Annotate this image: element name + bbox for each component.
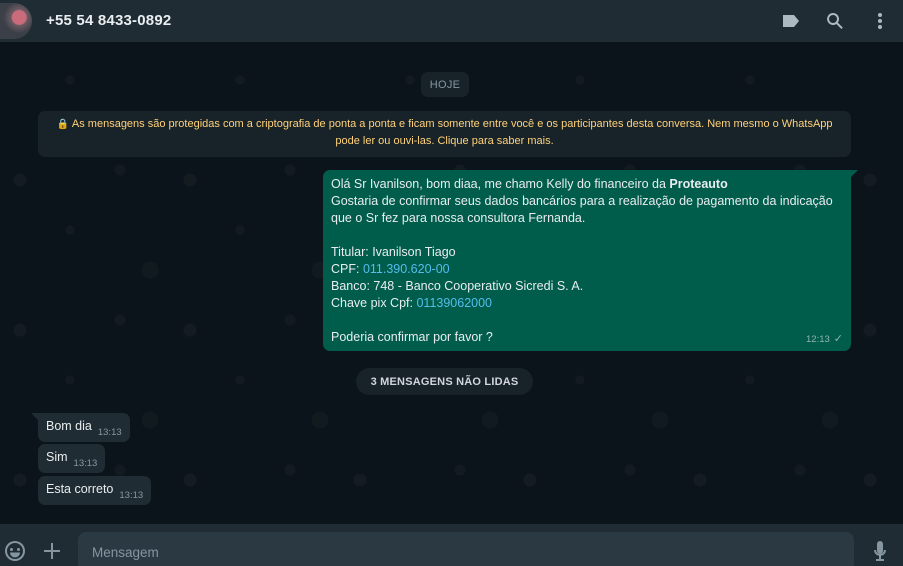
message-meta: 12:13 ✓ bbox=[806, 331, 843, 348]
closing-line: Poderia confirmar por favor ? bbox=[331, 330, 493, 344]
pix-line: Chave pix Cpf: 01139062000 bbox=[331, 295, 843, 312]
message-text: Sim bbox=[46, 450, 68, 464]
message-text: Esta correto bbox=[46, 482, 114, 496]
incoming-message[interactable]: Bom dia 13:13 bbox=[31, 413, 130, 442]
microphone-icon[interactable] bbox=[869, 540, 891, 562]
banco-line: Banco: 748 - Banco Cooperativo Sicredi S… bbox=[331, 279, 584, 293]
lock-icon: 🔒 bbox=[56, 119, 69, 130]
cpf-label: CPF: bbox=[331, 262, 363, 276]
outgoing-message[interactable]: Olá Sr Ivanilson, bom diaa, me chamo Kel… bbox=[323, 170, 858, 351]
label-icon[interactable] bbox=[781, 11, 801, 31]
message-line: Olá Sr Ivanilson, bom diaa, me chamo Kel… bbox=[331, 176, 843, 193]
message-line: Gostaria de confirmar seus dados bancári… bbox=[331, 194, 833, 208]
plus-icon[interactable] bbox=[41, 540, 63, 562]
pix-link[interactable]: 01139062000 bbox=[416, 296, 492, 310]
company-name: Proteauto bbox=[669, 177, 728, 191]
message-time: 13:13 bbox=[119, 489, 144, 501]
message-input[interactable] bbox=[78, 532, 854, 566]
message-text: Bom dia bbox=[46, 419, 92, 433]
cpf-line: CPF: 011.390.620-00 bbox=[331, 261, 843, 278]
date-chip: HOJE bbox=[421, 72, 469, 97]
pix-label: Chave pix Cpf: bbox=[331, 296, 417, 310]
message-time: 12:13 bbox=[806, 334, 830, 345]
contact-avatar[interactable] bbox=[0, 3, 32, 39]
titular-line: Titular: Ivanilson Tiago bbox=[331, 245, 456, 259]
contact-name[interactable]: +55 54 8433-0892 bbox=[46, 12, 171, 29]
encryption-notice-line1: As mensagens são protegidas com a cripto… bbox=[71, 118, 833, 130]
chat-header[interactable]: +55 54 8433-0892 bbox=[0, 0, 903, 42]
incoming-message[interactable]: Esta correto 13:13 bbox=[38, 476, 152, 505]
cpf-link[interactable]: 011.390.620-00 bbox=[363, 262, 450, 276]
message-time: 13:13 bbox=[73, 457, 98, 469]
unread-messages-chip: 3 MENSAGENS NÃO LIDAS bbox=[356, 368, 533, 395]
message-time: 13:13 bbox=[97, 426, 122, 438]
incoming-message[interactable]: Sim 13:13 bbox=[38, 444, 106, 473]
whatsapp-chat-window: +55 54 8433-0892 HOJE 🔒 As mensagens são … bbox=[0, 0, 903, 566]
encryption-notice-line2: pode ler ou ouvi-las. Clique para saber … bbox=[335, 135, 554, 147]
greeting-text: Olá Sr Ivanilson, bom diaa, me chamo Kel… bbox=[331, 177, 670, 191]
single-check-icon: ✓ bbox=[833, 333, 843, 345]
emoji-icon[interactable] bbox=[4, 540, 26, 562]
encryption-notice[interactable]: 🔒 As mensagens são protegidas com a cript… bbox=[38, 111, 851, 157]
message-composer bbox=[0, 524, 903, 566]
message-line: que o Sr fez para nossa consultora Ferna… bbox=[331, 211, 586, 225]
menu-icon[interactable] bbox=[870, 11, 890, 31]
search-icon[interactable] bbox=[825, 11, 845, 31]
